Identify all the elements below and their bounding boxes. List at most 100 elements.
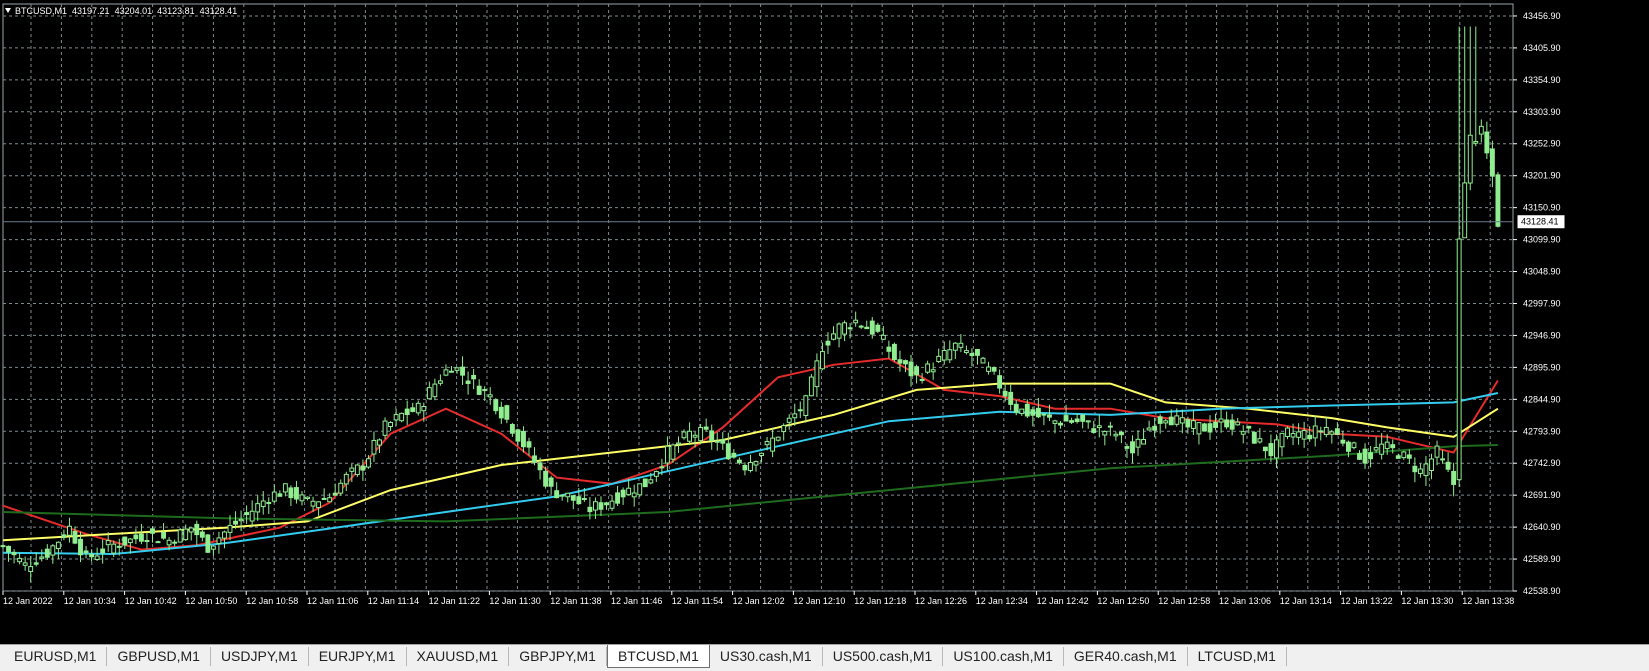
candle-body [1312, 425, 1318, 439]
candle-body [183, 528, 189, 541]
chart-window[interactable]: 43456.90 43405.90 43354.90 43303.90 43252.90… [0, 0, 1649, 644]
candle-body [1002, 390, 1008, 397]
tab-gbpjpy[interactable]: GBPJPY,M1 [509, 647, 607, 666]
candle-body [831, 333, 836, 340]
candle-body [393, 414, 399, 421]
tab-us500[interactable]: US500.cash,M1 [823, 647, 944, 666]
x-tick-label: 12 Jan 12:42 [1037, 596, 1089, 606]
candle-body [869, 320, 875, 335]
candle-body [664, 445, 670, 464]
candle-body [947, 349, 953, 361]
candle-body [504, 405, 510, 420]
candle-body [1013, 403, 1019, 413]
candle-body [55, 541, 61, 550]
candle-body [1080, 414, 1086, 422]
chart-menu-triangle-icon[interactable] [5, 8, 11, 13]
candle-body [83, 550, 89, 554]
candle-body [670, 444, 676, 460]
candle-body [1362, 448, 1368, 464]
tab-xauusd[interactable]: XAUUSD,M1 [407, 647, 510, 666]
candle-body [781, 425, 787, 433]
candle-body [891, 343, 897, 361]
candle-body [327, 497, 333, 503]
tab-ger40[interactable]: GER40.cash,M1 [1064, 647, 1188, 666]
x-tick-label: 12 Jan 11:14 [368, 596, 419, 606]
y-tick-label: 42742.90 [1523, 458, 1561, 468]
candle-body [1296, 431, 1302, 438]
candle-body [1451, 470, 1457, 485]
candle-body [1235, 421, 1241, 426]
candle-body [1373, 447, 1379, 451]
candle-body [144, 539, 150, 542]
x-tick-label: 12 Jan 10:42 [125, 596, 177, 606]
candle-body [1251, 431, 1257, 444]
candle-body [1329, 431, 1335, 435]
y-tick-label: 43150.90 [1523, 203, 1561, 213]
tab-ltcusd[interactable]: LTCUSD,M1 [1188, 647, 1287, 666]
candle-body [105, 540, 111, 546]
candle-body [127, 538, 133, 544]
candle-body [936, 355, 942, 363]
candle-body [177, 529, 183, 543]
candle-body [310, 500, 316, 507]
candle-body [903, 360, 908, 365]
candle-body [1268, 443, 1274, 457]
candle-body [803, 395, 809, 416]
current-price-label: 43128.41 [1521, 217, 1559, 227]
candle-body [1489, 148, 1495, 177]
candle-body [786, 417, 792, 423]
candle-body [421, 405, 427, 412]
candle-body [736, 459, 742, 464]
tab-usdjpy[interactable]: USDJPY,M1 [211, 647, 309, 666]
candle-body [819, 351, 825, 370]
moving-average-line [2, 392, 1499, 556]
tab-eurusd[interactable]: EURUSD,M1 [4, 647, 108, 666]
candle-body [349, 467, 355, 472]
tab-us100[interactable]: US100.cash,M1 [943, 647, 1064, 666]
candle-body [354, 464, 360, 476]
y-tick-label: 42691.90 [1523, 490, 1561, 500]
candle-body [1445, 461, 1451, 470]
candle-body [305, 496, 310, 500]
candle-body [1257, 438, 1263, 443]
candle-body [343, 473, 349, 485]
candle-body [919, 378, 925, 381]
candle-body [216, 537, 222, 544]
tab-us30[interactable]: US30.cash,M1 [710, 647, 823, 666]
candle-body [205, 534, 211, 553]
y-tick-label: 42589.90 [1523, 554, 1561, 564]
candle-body [626, 487, 632, 496]
tab-gbpusd[interactable]: GBPUSD,M1 [107, 647, 211, 666]
candle-body [94, 555, 100, 560]
candle-body [748, 462, 753, 471]
candle-body [814, 360, 820, 388]
y-tick-label: 43405.90 [1523, 43, 1561, 53]
candle-body [1484, 131, 1490, 154]
candle-body [1107, 425, 1113, 428]
candle-body [454, 367, 460, 371]
candle-body [1091, 428, 1097, 433]
tab-eurjpy[interactable]: EURJPY,M1 [309, 647, 407, 666]
candle-body [111, 543, 117, 554]
candle-body [963, 350, 969, 354]
candle-body [1318, 430, 1324, 433]
candle-body [299, 494, 305, 502]
x-tick-label: 12 Jan 11:30 [489, 596, 540, 606]
candle-body [498, 406, 504, 419]
candle-body [399, 412, 405, 422]
candle-body [1035, 407, 1041, 418]
candle-body [471, 374, 477, 380]
tab-btcusd[interactable]: BTCUSD,M1 [606, 645, 710, 668]
candle-body [377, 439, 382, 446]
candle-body [642, 478, 648, 488]
candle-body [637, 483, 643, 496]
candle-body [1047, 414, 1052, 418]
candle-body [742, 464, 748, 471]
y-tick-label: 43048.90 [1523, 267, 1561, 277]
price-chart[interactable]: 43456.90 43405.90 43354.90 43303.90 43252.90… [0, 0, 1649, 644]
candle-body [188, 527, 194, 533]
candle-body [698, 427, 704, 442]
candle-body [1334, 428, 1340, 435]
symbol-label: BTCUSD,M1 [15, 6, 68, 16]
candle-body [775, 436, 781, 441]
